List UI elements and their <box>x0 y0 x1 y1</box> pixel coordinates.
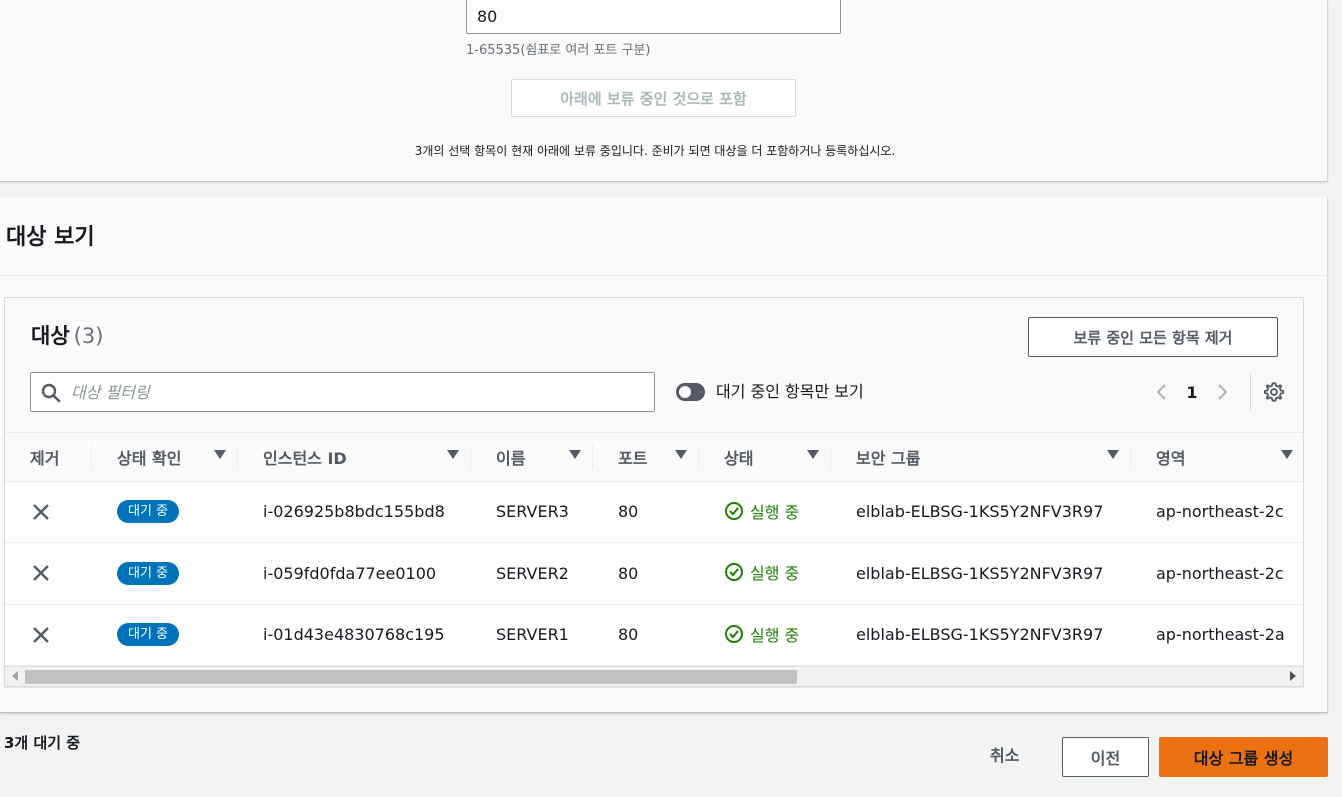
column-header-security-group[interactable]: 보안 그룹 <box>831 433 1131 482</box>
sort-down-icon[interactable] <box>675 450 687 459</box>
page-number[interactable]: 1 <box>1178 383 1206 402</box>
port-cell: 80 <box>593 604 699 666</box>
remove-cell <box>5 481 92 543</box>
table-header-row: 제거 상태 확인 인스턴스 ID 이름 포트 상태 보안 그룹 영역 <box>5 433 1303 482</box>
pager-divider <box>1250 374 1251 410</box>
scroll-right-arrow-icon[interactable] <box>1290 671 1296 681</box>
column-header-remove: 제거 <box>5 433 92 482</box>
filter-input[interactable] <box>71 379 641 405</box>
column-header-health[interactable]: 상태 확인 <box>92 433 238 482</box>
targets-title: 대상 (3) <box>31 320 103 350</box>
gear-icon[interactable] <box>1261 379 1287 405</box>
zone-cell: ap-northeast-2c <box>1131 481 1303 543</box>
sort-down-icon[interactable] <box>447 450 459 459</box>
column-header-port[interactable]: 포트 <box>593 433 699 482</box>
scroll-left-arrow-icon[interactable] <box>12 671 18 681</box>
close-icon[interactable] <box>30 501 52 523</box>
view-targets-header: 대상 보기 <box>0 197 1327 276</box>
instance-id-cell: i-026925b8bdc155bd8 <box>238 481 471 543</box>
port-cell: 80 <box>593 542 699 605</box>
targets-table: 제거 상태 확인 인스턴스 ID 이름 포트 상태 보안 그룹 영역 대기 중 … <box>5 433 1303 666</box>
search-icon <box>41 383 61 403</box>
horizontal-scrollbar[interactable] <box>5 666 1303 686</box>
remove-cell <box>5 604 92 666</box>
security-group-cell: elblab-ELBSG-1KS5Y2NFV3R97 <box>831 542 1131 605</box>
check-circle-icon <box>725 563 743 582</box>
state-cell: 실행 중 <box>699 542 831 605</box>
filter-box[interactable] <box>30 372 655 412</box>
instance-id-cell: i-01d43e4830768c195 <box>238 604 471 666</box>
column-header-state[interactable]: 상태 <box>699 433 831 482</box>
scrollbar-thumb[interactable] <box>25 670 797 684</box>
pagination: 1 <box>1146 374 1287 410</box>
name-cell: SERVER2 <box>471 542 593 605</box>
instance-id-cell: i-059fd0fda77ee0100 <box>238 542 471 605</box>
cancel-button[interactable]: 취소 <box>990 742 1019 766</box>
sort-down-icon[interactable] <box>1281 450 1293 459</box>
remove-cell <box>5 542 92 605</box>
table-row: 대기 중 i-01d43e4830768c195 SERVER1 80 실행 중… <box>5 604 1303 666</box>
port-panel: 1-65535(쉼표로 여러 포트 구분) 아래에 보류 중인 것으로 포함 3… <box>0 0 1328 182</box>
targets-title-text: 대상 <box>31 324 70 348</box>
check-circle-icon <box>725 624 743 643</box>
pending-only-toggle-label: 대기 중인 항목만 보기 <box>716 382 864 401</box>
port-input[interactable] <box>466 0 841 34</box>
create-target-group-button[interactable]: 대상 그룹 생성 <box>1159 737 1328 777</box>
toggle-knob <box>679 386 691 398</box>
check-circle-icon <box>725 501 743 520</box>
port-cell: 80 <box>593 481 699 543</box>
port-hint: 1-65535(쉼표로 여러 포트 구분) <box>466 43 651 58</box>
sort-down-icon[interactable] <box>569 450 581 459</box>
pending-only-toggle[interactable] <box>676 383 705 401</box>
health-cell: 대기 중 <box>92 604 238 666</box>
column-header-name[interactable]: 이름 <box>471 433 593 482</box>
view-targets-title: 대상 보기 <box>6 225 95 250</box>
close-icon[interactable] <box>30 562 52 584</box>
status-badge: 대기 중 <box>117 623 180 647</box>
state-cell: 실행 중 <box>699 604 831 666</box>
chevron-left-icon[interactable] <box>1146 376 1178 408</box>
sort-down-icon[interactable] <box>807 450 819 459</box>
security-group-cell: elblab-ELBSG-1KS5Y2NFV3R97 <box>831 481 1131 543</box>
zone-cell: ap-northeast-2a <box>1131 604 1303 666</box>
name-cell: SERVER3 <box>471 481 593 543</box>
column-header-instance-id[interactable]: 인스턴스 ID <box>238 433 471 482</box>
health-cell: 대기 중 <box>92 542 238 605</box>
sort-down-icon[interactable] <box>214 450 226 459</box>
pending-note: 3개의 선택 항목이 현재 아래에 보류 중입니다. 준비가 되면 대상을 더 … <box>414 144 896 158</box>
targets-count: (3) <box>73 324 104 348</box>
zone-cell: ap-northeast-2c <box>1131 542 1303 605</box>
remove-all-pending-button[interactable]: 보류 중인 모든 항목 제거 <box>1028 317 1278 357</box>
status-badge: 대기 중 <box>117 561 180 585</box>
chevron-right-icon[interactable] <box>1206 376 1238 408</box>
status-badge: 대기 중 <box>117 500 180 524</box>
targets-card: 대상(3) 보류 중인 모든 항목 제거 대기 중인 항목만 보기 1 <box>4 297 1304 687</box>
view-targets-panel: 대상 보기 대상(3) 보류 중인 모든 항목 제거 대기 중인 항목만 보기 <box>0 197 1328 713</box>
previous-button[interactable]: 이전 <box>1062 737 1149 777</box>
health-cell: 대기 중 <box>92 481 238 543</box>
state-text: 실행 중 <box>750 625 800 645</box>
name-cell: SERVER1 <box>471 604 593 666</box>
sort-down-icon[interactable] <box>1107 450 1119 459</box>
table-row: 대기 중 i-026925b8bdc155bd8 SERVER3 80 실행 중… <box>5 481 1303 543</box>
security-group-cell: elblab-ELBSG-1KS5Y2NFV3R97 <box>831 604 1131 666</box>
table-row: 대기 중 i-059fd0fda77ee0100 SERVER2 80 실행 중… <box>5 542 1303 605</box>
state-text: 실행 중 <box>750 502 800 522</box>
targets-card-header: 대상(3) 보류 중인 모든 항목 제거 대기 중인 항목만 보기 1 <box>5 298 1303 433</box>
close-icon[interactable] <box>30 624 52 646</box>
state-cell: 실행 중 <box>699 481 831 543</box>
include-as-pending-button[interactable]: 아래에 보류 중인 것으로 포함 <box>511 79 796 117</box>
pending-count: 3개 대기 중 <box>4 734 81 752</box>
state-text: 실행 중 <box>750 564 800 584</box>
column-header-zone[interactable]: 영역 <box>1131 433 1303 482</box>
